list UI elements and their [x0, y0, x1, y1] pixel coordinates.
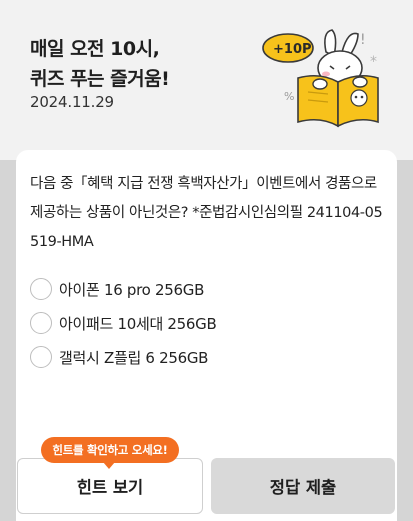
radio-button[interactable] [30, 312, 52, 334]
submit-answer-button[interactable]: 정답 제출 [211, 458, 395, 514]
page-title: 매일 오전 10시, 퀴즈 푸는 즐거움! [30, 34, 170, 94]
title-line-1: 매일 오전 10시, [30, 38, 160, 60]
radio-button[interactable] [30, 278, 52, 300]
option-1[interactable]: 아이폰 16 pro 256GB [30, 276, 360, 302]
option-2[interactable]: 아이패드 10세대 256GB [30, 310, 360, 336]
option-label: 아이패드 10세대 256GB [59, 314, 217, 333]
option-label: 아이폰 16 pro 256GB [59, 280, 205, 299]
radio-button[interactable] [30, 346, 52, 368]
points-badge-text: +10P [273, 42, 312, 57]
svg-text:*: * [370, 54, 377, 70]
quiz-date: 2024.11.29 [30, 93, 114, 111]
option-3[interactable]: 갤럭시 Z플립 6 256GB [30, 344, 360, 370]
svg-text:%: % [284, 90, 294, 103]
quiz-question: 다음 중「혜택 지급 전쟁 흑백자산가」이벤트에서 경품으로 제공하는 상품이 … [30, 176, 383, 250]
title-line-2: 퀴즈 푸는 즐거움! [30, 68, 170, 90]
option-label: 갤럭시 Z플립 6 256GB [59, 348, 209, 367]
svg-text:!: ! [360, 32, 366, 48]
rabbit-reading-book-illustration: ! * % +10P [262, 29, 379, 128]
hint-tooltip: 힌트를 확인하고 오세요! [41, 437, 179, 469]
